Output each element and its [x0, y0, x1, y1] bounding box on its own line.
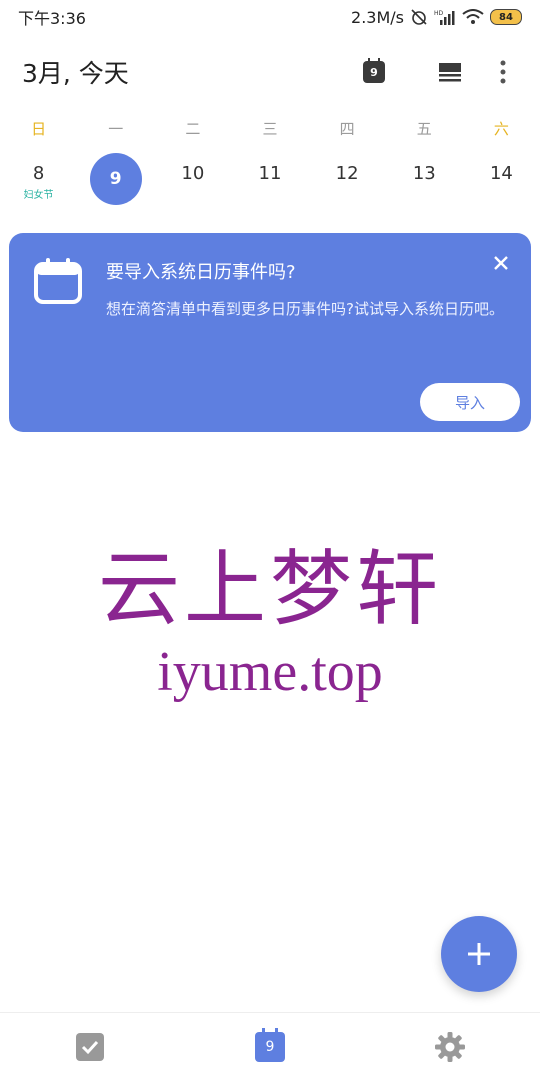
weekday-wed: 三: [262, 120, 278, 138]
alarm-off-icon: [410, 8, 428, 26]
watermark-cn: 云上梦轩: [97, 542, 442, 637]
nav-tasks[interactable]: [55, 1022, 125, 1072]
status-time: 下午3:36: [18, 9, 86, 28]
calendar-icon: 9: [255, 1028, 285, 1062]
page-title: 3月, 今天: [22, 59, 129, 88]
date-cell[interactable]: 10: [154, 150, 231, 210]
banner-title: 要导入系统日历事件吗?: [106, 262, 296, 283]
wifi-icon: [462, 9, 484, 25]
svg-text:HD: HD: [434, 10, 444, 17]
more-icon: [500, 60, 506, 84]
battery-icon: 84: [490, 9, 522, 25]
import-calendar-banner: 要导入系统日历事件吗? 想在滴答清单中看到更多日历事件吗?试试导入系统日历吧。 …: [9, 233, 531, 432]
import-button[interactable]: 导入: [420, 383, 520, 421]
header: 3月, 今天 9: [0, 44, 540, 100]
more-button[interactable]: [488, 48, 518, 96]
weekday-thu: 四: [339, 120, 355, 138]
view-mode-icon: [439, 63, 461, 82]
watermark-en: iyume.top: [157, 641, 383, 703]
date-number: 10: [181, 163, 205, 184]
date-cell[interactable]: 11: [231, 150, 308, 210]
date-number: 14: [489, 163, 513, 184]
date-cell-selected[interactable]: 9: [77, 150, 154, 210]
status-bar: 下午3:36 2.3M/s HD 84: [0, 0, 540, 34]
weekday-fri: 五: [416, 120, 432, 138]
header-actions: 9: [336, 48, 518, 96]
network-speed: 2.3M/s: [351, 7, 404, 27]
close-icon: [494, 256, 508, 270]
today-button[interactable]: 9: [336, 48, 412, 96]
calendar-outline-icon: [34, 258, 82, 304]
view-mode-button[interactable]: [412, 48, 488, 96]
watermark: 云上梦轩 iyume.top: [0, 540, 540, 702]
close-button[interactable]: [489, 251, 513, 275]
selected-date: 9: [89, 153, 142, 205]
date-cell[interactable]: 14: [463, 150, 540, 210]
status-indicators: 2.3M/s HD 84: [351, 8, 522, 27]
date-cell[interactable]: 8 妇女节: [0, 150, 77, 210]
banner-body: 想在滴答清单中看到更多日历事件吗?试试导入系统日历吧。: [106, 300, 504, 318]
date-cell[interactable]: 12: [309, 150, 386, 210]
week-dates: 8 妇女节 9 10 11 12 13 14: [0, 150, 540, 210]
weekday-sun: 日: [31, 120, 47, 138]
date-number: 8: [32, 163, 45, 184]
date-number: 13: [412, 163, 436, 184]
date-cell[interactable]: 13: [386, 150, 463, 210]
weekday-header: 日 一 二 三 四 五 六: [0, 118, 540, 142]
signal-icon: HD: [434, 9, 456, 25]
weekday-sat: 六: [493, 120, 509, 138]
nav-settings[interactable]: [415, 1022, 485, 1072]
holiday-label: 妇女节: [23, 190, 54, 201]
today-calendar-icon: 9: [363, 58, 385, 83]
bottom-nav: 9: [0, 1012, 540, 1081]
plus-icon: [468, 943, 490, 965]
nav-calendar[interactable]: 9: [235, 1022, 305, 1072]
gear-icon: [435, 1032, 465, 1062]
weekday-tue: 二: [185, 120, 201, 138]
add-task-button[interactable]: [441, 916, 517, 992]
date-number: 12: [335, 163, 359, 184]
date-number: 11: [258, 163, 282, 184]
weekday-mon: 一: [108, 120, 124, 138]
checkbox-icon: [76, 1033, 104, 1061]
